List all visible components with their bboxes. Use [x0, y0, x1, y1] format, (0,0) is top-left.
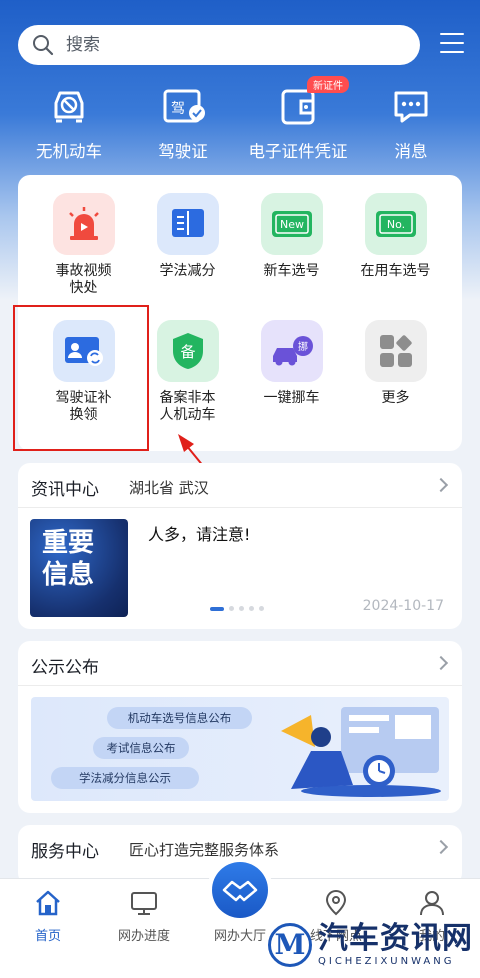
search-icon: [33, 35, 54, 56]
top-nav: 无机动车 驾 驾驶证 新证件 电子证件凭证 消息: [0, 76, 480, 162]
service-label: 事故视频快处: [55, 263, 112, 296]
service-center-header[interactable]: 服务中心 匠心打造完整服务体系: [31, 837, 279, 862]
top-nav-label: 消息: [394, 142, 428, 161]
new-plate-icon: New: [260, 193, 323, 255]
top-nav-label: 无机动车: [36, 142, 102, 161]
svg-text:备: 备: [180, 343, 195, 361]
user-icon: [384, 887, 480, 919]
thumb-text: 重要信息: [42, 528, 95, 590]
service-license-renew[interactable]: 驾驶证补换领: [28, 320, 139, 424]
more-icon: [364, 320, 427, 382]
carousel-dot: [239, 606, 244, 611]
service-label: 备案非本人机动车: [159, 390, 216, 423]
online-hall-button[interactable]: [212, 862, 268, 918]
carousel-dot: [229, 606, 234, 611]
svg-text:挪: 挪: [298, 340, 308, 353]
service-label: 驾驶证补换领: [55, 390, 112, 423]
watermark-title: 汽车资讯网: [318, 921, 473, 956]
top-nav-label: 电子证件凭证: [248, 142, 348, 161]
top-nav-message[interactable]: 消息: [351, 82, 471, 162]
message-icon: [351, 82, 471, 130]
service-label: 在用车选号: [360, 263, 431, 279]
handshake-icon: [222, 880, 258, 902]
notice-pill[interactable]: 考试信息公布: [93, 737, 189, 759]
notice-banner[interactable]: 机动车选号信息公布 考试信息公布 学法减分信息公示: [31, 697, 449, 801]
carousel-dots: [210, 606, 269, 611]
book-icon: [156, 193, 219, 255]
service-move-car[interactable]: 挪 一键挪车: [236, 320, 347, 407]
carousel-dot: [259, 606, 264, 611]
news-thumbnail[interactable]: 重要信息: [30, 519, 128, 617]
notice-pill[interactable]: 学法减分信息公示: [51, 767, 199, 789]
record-shield-icon: 备: [156, 320, 219, 382]
top-nav-e-certificate[interactable]: 新证件 电子证件凭证: [237, 76, 359, 162]
chevron-right-icon[interactable]: [433, 477, 449, 493]
service-label: 一键挪车: [263, 390, 320, 406]
news-header[interactable]: 资讯中心 湖北省 武汉: [31, 475, 209, 500]
move-car-icon: 挪: [260, 320, 323, 382]
menu-icon[interactable]: [440, 33, 464, 55]
notice-section: 公示公布 机动车选号信息公布 考试信息公布 学法减分信息公示: [18, 641, 462, 813]
divider: [18, 507, 462, 508]
service-accident-video[interactable]: 事故视频快处: [28, 193, 139, 297]
location-pin-icon: [288, 887, 384, 919]
service-new-plate[interactable]: New 新车选号: [236, 193, 347, 280]
carousel-dot: [249, 606, 254, 611]
service-grid: 事故视频快处 学法减分 New 新车选号 No. 在用车选号 驾驶证补换领 备 …: [18, 175, 462, 451]
tab-home[interactable]: 首页: [0, 887, 96, 944]
e-certificate-icon: 新证件: [237, 76, 359, 130]
service-label: 新车选号: [263, 263, 320, 279]
svg-text:New: New: [280, 218, 304, 231]
used-plate-icon: No.: [364, 193, 427, 255]
tab-label: 网办进度: [117, 929, 170, 944]
tab-label: 首页: [34, 929, 61, 944]
service-record-vehicle[interactable]: 备 备案非本人机动车: [132, 320, 243, 424]
news-center: 资讯中心 湖北省 武汉 重要信息 人多，请注意! 2024-10-17: [18, 463, 462, 629]
watermark-subtitle: QICHEZIXUNWANG: [318, 956, 455, 967]
service-more[interactable]: 更多: [340, 320, 451, 407]
carousel-dot-active: [210, 606, 224, 611]
service-center-subtitle: 匠心打造完整服务体系: [129, 841, 280, 859]
watermark-logo: M: [268, 922, 312, 967]
chevron-right-icon[interactable]: [433, 655, 449, 671]
notice-title: 公示公布: [31, 658, 99, 678]
accident-alarm-icon: [52, 193, 115, 255]
news-headline[interactable]: 人多，请注意!: [148, 521, 250, 545]
home-icon: [0, 887, 96, 919]
no-vehicle-icon: [9, 82, 129, 130]
top-nav-label: 驾驶证: [158, 142, 208, 161]
driver-license-icon: 驾: [123, 82, 243, 130]
service-used-plate[interactable]: No. 在用车选号: [340, 193, 451, 280]
search-bar[interactable]: [18, 25, 420, 65]
monitor-icon: [96, 887, 192, 919]
notice-pill[interactable]: 机动车选号信息公布: [107, 707, 252, 729]
top-nav-no-vehicle[interactable]: 无机动车: [9, 82, 129, 162]
notice-header[interactable]: 公示公布: [31, 653, 99, 678]
tab-progress[interactable]: 网办进度: [96, 887, 192, 944]
service-label: 学法减分: [159, 263, 216, 279]
service-center-title: 服务中心: [31, 842, 99, 862]
svg-text:No.: No.: [386, 218, 404, 231]
megaphone-illustration: [281, 707, 441, 797]
watermark: M 汽车资讯网 QICHEZIXUNWANG: [268, 922, 473, 967]
service-study-law[interactable]: 学法减分: [132, 193, 243, 280]
top-nav-driver-license[interactable]: 驾 驾驶证: [123, 82, 243, 162]
search-input[interactable]: [66, 35, 366, 55]
divider: [18, 685, 462, 686]
chevron-right-icon[interactable]: [433, 839, 449, 855]
news-title: 资讯中心: [31, 480, 99, 500]
new-badge: 新证件: [307, 76, 349, 93]
news-location: 湖北省 武汉: [129, 479, 209, 497]
svg-text:驾: 驾: [171, 101, 185, 117]
license-renew-icon: [52, 320, 115, 382]
news-date: 2024-10-17: [362, 598, 444, 614]
service-label: 更多: [381, 390, 410, 406]
